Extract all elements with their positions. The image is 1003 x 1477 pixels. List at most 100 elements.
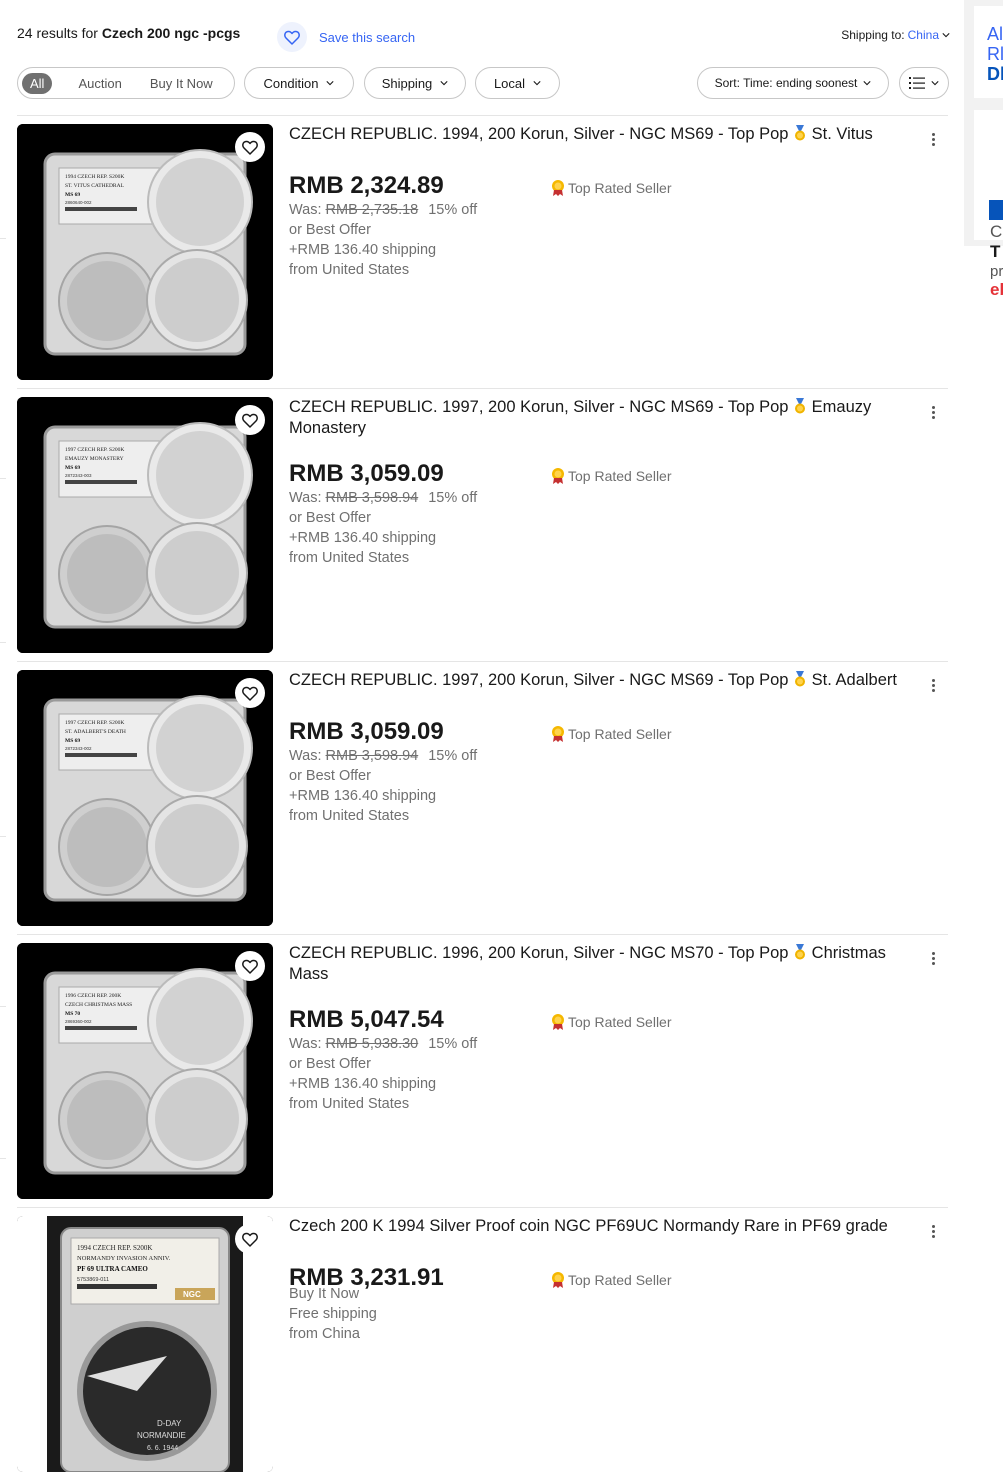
item-location: from United States [289,808,410,824]
watch-heart-button[interactable] [235,132,265,162]
svg-text:MS 69: MS 69 [65,192,80,198]
listing-image[interactable]: 1997 CZECH REP. S200K EMAUZY MONASTERY MS … [17,397,273,653]
discount-label: 15% off [428,748,478,764]
local-dropdown[interactable]: Local [475,67,560,99]
shipping-cost: +RMB 136.40 shipping [289,242,437,258]
watch-heart-button[interactable] [235,678,265,708]
top-rated-badge-icon [552,1272,564,1288]
listing-image[interactable]: 1994 CZECH REP. S200K NORMANDY INVASION A… [17,1216,273,1472]
heart-icon [277,22,307,52]
listing-title-text: Czech 200 K 1994 Silver Proof coin NGC P… [289,1217,888,1235]
svg-text:MS 69: MS 69 [65,738,80,744]
ad-cta-button[interactable] [989,200,1003,220]
item-location: from United States [289,262,410,278]
chevron-down-icon [326,81,335,86]
heart-icon [242,413,258,428]
more-options-button[interactable] [925,947,941,969]
svg-text:ST. VITUS CATHEDRAL: ST. VITUS CATHEDRAL [65,183,125,189]
was-label: Was: [289,1036,326,1052]
svg-text:1997 CZECH REP. S200K: 1997 CZECH REP. S200K [65,447,124,453]
svg-text:1994 CZECH REP. S200K: 1994 CZECH REP. S200K [65,174,124,180]
side-ad[interactable]: C T pr eb [964,104,1003,299]
more-options-button[interactable] [925,1220,941,1242]
listing-card[interactable]: 1997 CZECH REP. S200K EMAUZY MONASTERY MS … [17,397,948,662]
listing-title[interactable]: CZECH REPUBLIC. 1997, 200 Korun, Silver … [289,397,909,439]
listing-image[interactable]: 1997 CZECH REP. S200K ST. ADALBERT'S DEAT… [17,670,273,926]
divider [17,1207,948,1208]
list-view-icon [909,77,925,89]
was-price: Was: RMB 5,938.30 15% off [289,1036,477,1052]
svg-text:2860640-002: 2860640-002 [65,200,92,205]
listing-card[interactable]: 1997 CZECH REP. S200K ST. ADALBERT'S DEAT… [17,670,948,935]
svg-text:NORMANDIE: NORMANDIE [137,1431,186,1440]
listing-image[interactable]: 1996 CZECH REP. 200K CZECH CHRISTMAS MASS… [17,943,273,1199]
listing-title[interactable]: CZECH REPUBLIC. 1997, 200 Korun, Silver … [289,670,909,691]
shipping-to-selector[interactable]: Shipping to: China [841,28,950,42]
svg-text:2872343-002: 2872343-002 [65,746,92,751]
item-location: from China [289,1326,360,1342]
listing-image[interactable]: 1994 CZECH REP. S200K ST. VITUS CATHEDRAL… [17,124,273,380]
condition-label: Condition [263,75,319,91]
watch-heart-button[interactable] [235,951,265,981]
listing-title-text: St. Vitus [807,125,873,143]
tab-all[interactable]: All [22,72,53,94]
svg-text:EMAUZY MONASTERY: EMAUZY MONASTERY [65,456,124,462]
medal-icon [795,125,806,141]
purchase-option: Buy It Now [289,1286,360,1302]
divider [17,388,948,389]
view-toggle-button[interactable] [899,67,949,99]
listing-title-text: CZECH REPUBLIC. 1997, 200 Korun, Silver … [289,398,794,416]
svg-text:2869360-002: 2869360-002 [65,1019,92,1024]
was-label: Was: [289,202,326,218]
ebay-logo: eb [990,280,1003,299]
medal-icon [795,671,806,687]
listing-card[interactable]: 1996 CZECH REP. 200K CZECH CHRISTMAS MASS… [17,943,948,1208]
svg-text:1996 CZECH REP. 200K: 1996 CZECH REP. 200K [65,993,121,999]
save-search-button[interactable]: Save this search [277,22,415,52]
purchase-option: or Best Offer [289,768,371,784]
condition-dropdown[interactable]: Condition [244,67,354,99]
discount-label: 15% off [428,490,478,506]
listing-title[interactable]: Czech 200 K 1994 Silver Proof coin NGC P… [289,1216,909,1237]
more-options-button[interactable] [925,674,941,696]
listing-price: RMB 3,059.09 [289,460,444,487]
more-options-button[interactable] [925,128,941,150]
results-header: 24 results for Czech 200 ngc -pcgs Save … [17,22,950,52]
shipping-cost: +RMB 136.40 shipping [289,530,437,546]
watch-heart-button[interactable] [235,405,265,435]
top-rated-seller-badge: Top Rated Seller [550,725,672,743]
listing-card[interactable]: 1994 CZECH REP. S200K ST. VITUS CATHEDRAL… [17,124,948,389]
listing-title[interactable]: CZECH REPUBLIC. 1994, 200 Korun, Silver … [289,124,909,145]
svg-text:MS 69: MS 69 [65,465,80,471]
heart-icon [242,140,258,155]
listing-title[interactable]: CZECH REPUBLIC. 1996, 200 Korun, Silver … [289,943,909,985]
top-rated-seller-badge: Top Rated Seller [550,1013,672,1031]
svg-text:PF 69 ULTRA CAMEO: PF 69 ULTRA CAMEO [77,1265,148,1273]
sort-dropdown[interactable]: Sort: Time: ending soonest [697,67,889,99]
tab-buy-it-now[interactable]: Buy It Now [142,72,221,95]
seller-badge-label: Top Rated Seller [568,1272,672,1288]
ad-text: C [990,222,1003,241]
listing-price: RMB 3,059.09 [289,718,444,745]
ad-panel [974,110,1003,240]
divider [17,661,948,662]
listing-card[interactable]: 1994 CZECH REP. S200K NORMANDY INVASION A… [17,1216,948,1476]
svg-text:1997 CZECH REP. S200K: 1997 CZECH REP. S200K [65,720,124,726]
chevron-down-icon [440,81,448,86]
more-options-button[interactable] [925,401,941,423]
listing-title-text: CZECH REPUBLIC. 1994, 200 Korun, Silver … [289,125,794,143]
filter-bar: All Auction Buy It Now Condition Shippin… [17,67,950,99]
listing-title-text: CZECH REPUBLIC. 1997, 200 Korun, Silver … [289,671,794,689]
medal-icon [795,944,806,960]
shipping-dropdown[interactable]: Shipping [364,67,466,99]
original-price: RMB 3,598.94 [325,748,419,764]
tab-auction[interactable]: Auction [70,72,129,95]
side-ad[interactable]: Al Rl Dl [964,0,1003,104]
listing-price: RMB 5,047.54 [289,1006,444,1033]
page-edge-mark [0,1158,6,1159]
was-price: Was: RMB 2,735.18 15% off [289,202,477,218]
page-edge-mark [0,642,6,643]
original-price: RMB 5,938.30 [325,1036,419,1052]
top-rated-seller-badge: Top Rated Seller [550,467,672,485]
watch-heart-button[interactable] [235,1224,265,1254]
